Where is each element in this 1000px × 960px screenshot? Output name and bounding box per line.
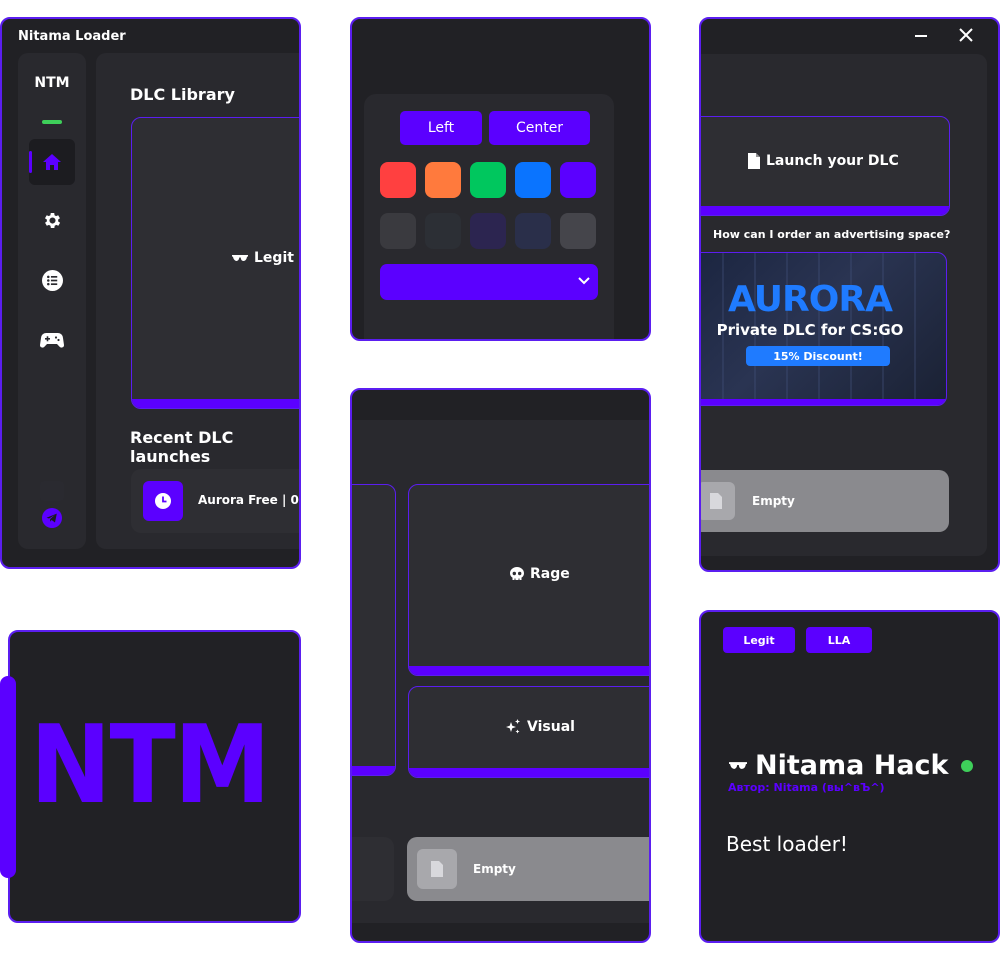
tag-lla[interactable]: LLA — [806, 627, 872, 653]
sidebar-logo: NTM — [34, 75, 70, 91]
sidebar-item-games[interactable] — [40, 332, 64, 348]
mode-card-visual[interactable]: Visual — [408, 686, 649, 778]
telegram-icon — [42, 508, 62, 528]
color-swatch-red[interactable] — [380, 162, 416, 198]
ad-subtitle: Private DLC for CS:GO — [716, 321, 904, 339]
sunglasses-icon — [232, 254, 248, 262]
launch-label: Launch your DLC — [766, 153, 899, 169]
hack-author: Автор: Nitama (вы^вЪ^) — [728, 781, 885, 794]
home-icon — [42, 152, 62, 172]
theme-panel: Left Center — [350, 17, 651, 341]
sidebar: NTM — [18, 53, 86, 549]
mode-card-rage[interactable]: Rage — [408, 484, 649, 676]
avatar[interactable] — [40, 481, 64, 501]
recent-item-icon-box — [143, 481, 183, 521]
minimize-button[interactable] — [915, 35, 927, 37]
file-icon — [431, 861, 443, 877]
align-left-button[interactable]: Left — [400, 111, 482, 145]
color-swatch-blue[interactable] — [515, 162, 551, 198]
gear-icon — [42, 210, 63, 231]
skull-icon — [510, 567, 524, 581]
logo-accent-bar — [0, 676, 16, 878]
logo-panel: NTM — [8, 630, 301, 923]
telegram-button[interactable] — [42, 508, 62, 528]
mode-visual-label: Visual — [527, 719, 575, 735]
launch-dlc-button[interactable]: Launch your DLC — [701, 116, 950, 216]
ad-discount-button[interactable]: 15% Discount! — [746, 346, 890, 366]
sidebar-item-home[interactable] — [29, 139, 75, 185]
color-swatch-indigo[interactable] — [470, 213, 506, 249]
empty-slot[interactable]: Empty — [701, 470, 949, 532]
logo-text: NTM — [30, 703, 271, 828]
dlc-card-legit[interactable]: Legit — [131, 117, 299, 409]
ad-title: AURORA — [728, 279, 893, 320]
faq-text: How can I order an advertising space? — [713, 228, 951, 241]
sidebar-item-list[interactable] — [42, 270, 63, 291]
color-swatch-green[interactable] — [470, 162, 506, 198]
mode-card-partial[interactable] — [352, 484, 396, 776]
file-icon — [748, 153, 760, 169]
recent-title: Recent DLC launches — [130, 428, 234, 466]
empty-slot-icon-box — [417, 849, 457, 889]
empty-slot-label: Empty — [473, 862, 516, 876]
close-icon — [959, 28, 973, 42]
color-swatch-navy[interactable] — [515, 213, 551, 249]
recent-launch-item[interactable]: Aurora Free | 07-12 — [131, 469, 299, 533]
list-icon — [42, 270, 63, 291]
status-indicator — [42, 120, 62, 124]
color-swatch-slate[interactable] — [425, 213, 461, 249]
modes-panel: Rage Visual Empty — [350, 388, 651, 943]
recent-item-label: Aurora Free | 07-12 — [198, 493, 299, 507]
main-content: DLC Library Legit Recent DLC launches Au… — [96, 53, 299, 549]
theme-dropdown[interactable] — [380, 264, 598, 300]
online-status-dot — [960, 759, 973, 772]
color-swatch-gray[interactable] — [380, 213, 416, 249]
color-swatch-graphite[interactable] — [560, 213, 596, 249]
color-swatch-orange[interactable] — [425, 162, 461, 198]
color-swatch-purple[interactable] — [560, 162, 596, 198]
file-icon — [710, 493, 722, 509]
close-button[interactable] — [959, 28, 973, 42]
hack-description: Best loader! — [726, 832, 848, 856]
tag-legit[interactable]: Legit — [723, 627, 795, 653]
window-title: Nitama Loader — [18, 29, 126, 44]
loader-window: Nitama Loader NTM DLC Library Legit Rece… — [0, 17, 301, 569]
empty-slot-label: Empty — [752, 494, 795, 508]
sidebar-item-settings[interactable] — [42, 210, 63, 231]
align-center-button[interactable]: Center — [489, 111, 590, 145]
empty-slot[interactable]: Empty — [407, 837, 649, 901]
empty-slot-icon-box — [701, 482, 735, 520]
dlc-card-label: Legit — [254, 250, 294, 266]
sunglasses-icon — [729, 761, 747, 770]
empty-slot-partial[interactable] — [352, 837, 394, 901]
ad-banner[interactable]: AURORA Private DLC for CS:GO 15% Discoun… — [701, 252, 947, 406]
library-title: DLC Library — [130, 85, 235, 104]
sparkles-icon — [505, 719, 521, 735]
launcher-window: Launch your DLC How can I order an adver… — [699, 17, 1000, 572]
clock-icon — [155, 493, 171, 509]
hack-name: Nitama Hack — [755, 750, 949, 781]
mode-rage-label: Rage — [530, 566, 570, 582]
hack-info-panel: Legit LLA Nitama Hack Автор: Nitama (вы^… — [699, 610, 1000, 943]
chevron-down-icon — [578, 277, 590, 285]
gamepad-icon — [40, 332, 64, 348]
